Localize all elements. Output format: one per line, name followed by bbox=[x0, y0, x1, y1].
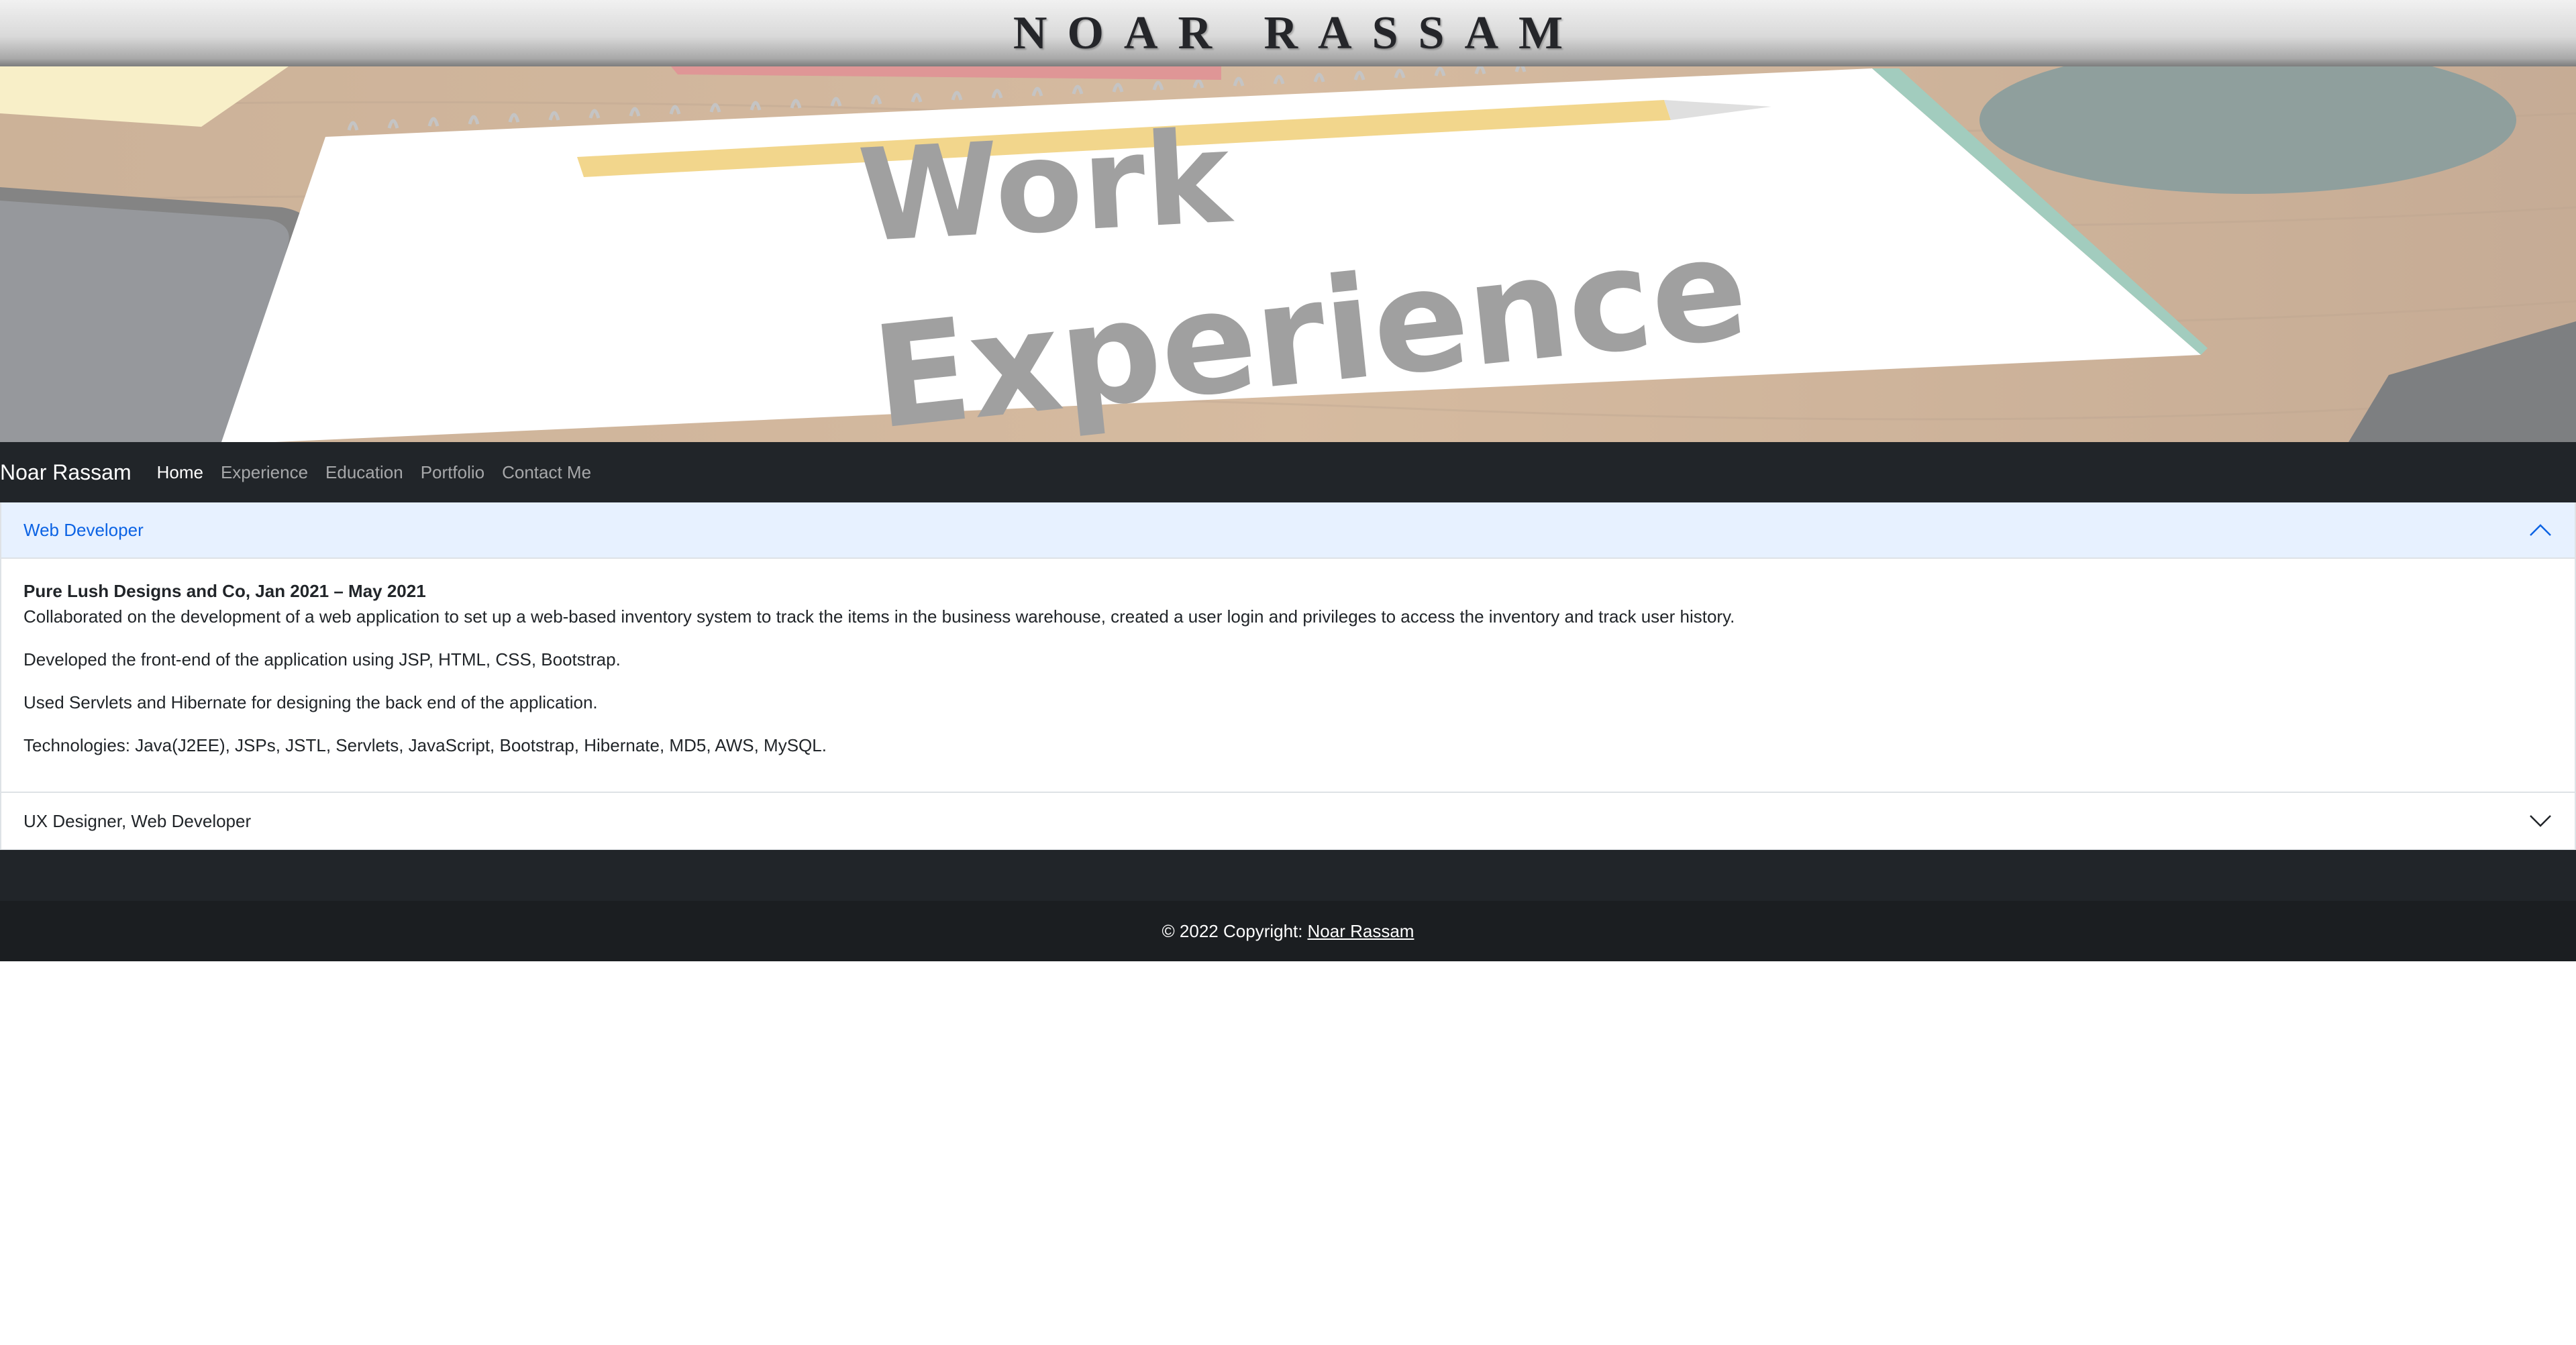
navbar-brand[interactable]: Noar Rassam bbox=[0, 460, 132, 485]
accordion-title: Web Developer bbox=[23, 519, 144, 540]
chevron-up-icon bbox=[2530, 524, 2551, 536]
footer-author-link[interactable]: Noar Rassam bbox=[1308, 921, 1414, 942]
hero-overlay bbox=[0, 66, 2576, 442]
accordion-title: UX Designer, Web Developer bbox=[23, 810, 252, 831]
footer: © 2022 Copyright: Noar Rassam bbox=[0, 901, 2576, 961]
accordion-toggle-web-developer[interactable]: Web Developer bbox=[1, 502, 2575, 559]
accordion-body: Pure Lush Designs and Co, Jan 2021 – May… bbox=[1, 559, 2575, 792]
accordion-toggle-ux-designer[interactable]: UX Designer, Web Developer bbox=[1, 792, 2575, 851]
job-heading: Pure Lush Designs and Co, Jan 2021 – May… bbox=[23, 581, 426, 601]
site-title: NOAR RASSAM bbox=[1013, 7, 1584, 59]
job-frontend-note: Developed the front-end of the applicati… bbox=[23, 649, 621, 669]
experience-accordion: Web Developer Pure Lush Designs and Co, … bbox=[0, 502, 2576, 851]
nav-link-experience[interactable]: Experience bbox=[221, 462, 308, 483]
nav-link-education[interactable]: Education bbox=[325, 462, 403, 483]
job-description: Collaborated on the development of a web… bbox=[23, 606, 1735, 627]
accordion-item: UX Designer, Web Developer bbox=[1, 792, 2575, 851]
nav-link-home[interactable]: Home bbox=[157, 462, 203, 483]
hero-banner: Work Experience bbox=[0, 66, 2576, 442]
job-technologies: Technologies: Java(J2EE), JSPs, JSTL, Se… bbox=[23, 735, 827, 755]
site-title-bar: NOAR RASSAM bbox=[0, 0, 2576, 66]
main-navbar: Noar Rassam Home Experience Education Po… bbox=[0, 442, 2576, 502]
chevron-down-icon bbox=[2530, 815, 2551, 827]
footer-copyright: © 2022 Copyright: bbox=[1162, 920, 1303, 941]
job-backend-note: Used Servlets and Hibernate for designin… bbox=[23, 692, 598, 712]
accordion-item: Web Developer Pure Lush Designs and Co, … bbox=[1, 502, 2575, 792]
footer-spacer bbox=[0, 850, 2576, 901]
nav-link-portfolio[interactable]: Portfolio bbox=[421, 462, 484, 483]
nav-link-contact-me[interactable]: Contact Me bbox=[502, 462, 591, 483]
